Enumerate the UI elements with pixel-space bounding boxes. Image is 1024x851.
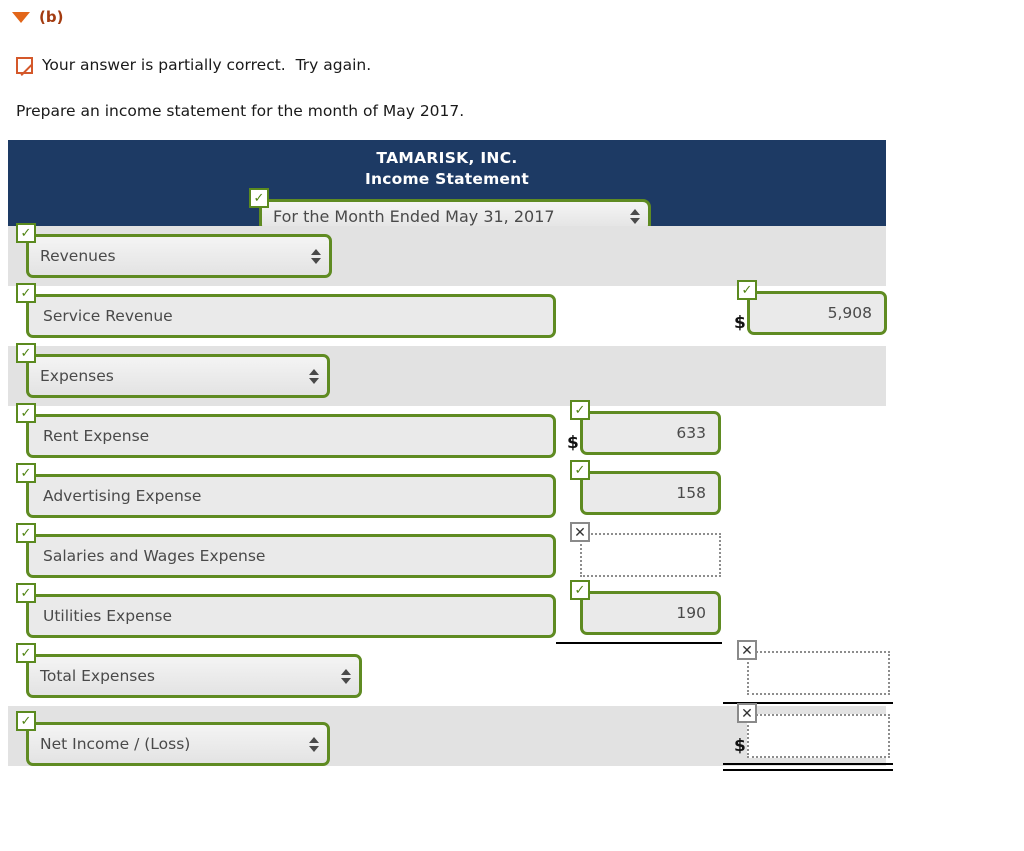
total-expenses-select-value: Total Expenses xyxy=(40,667,155,685)
net-income-amount-input[interactable] xyxy=(747,714,890,758)
table-row: ✓ Rent Expense ✓ $ 633 xyxy=(8,400,886,466)
partially-correct-icon xyxy=(16,56,33,74)
incorrect-x-icon: ✕ xyxy=(737,640,757,660)
dollar-sign: $ xyxy=(734,736,746,756)
total-expenses-label-wrapper: ✓ Total Expenses xyxy=(16,643,362,698)
net-income-select[interactable]: Net Income / (Loss) xyxy=(26,722,330,766)
closing-double-rule xyxy=(723,763,893,771)
expenses-label-wrapper: ✓ Expenses xyxy=(16,343,330,398)
revenues-label-wrapper: ✓ Revenues xyxy=(16,223,332,278)
utilities-expense-amount-input[interactable]: 190 xyxy=(580,591,721,635)
correct-check-icon: ✓ xyxy=(16,223,36,243)
spinner-arrows-icon[interactable] xyxy=(630,208,640,224)
table-row: ✓ Service Revenue ✓ $ 5,908 xyxy=(8,280,887,346)
correct-check-icon: ✓ xyxy=(570,460,590,480)
subtotal-rule xyxy=(556,642,722,644)
advertising-expense-label-value: Advertising Expense xyxy=(43,487,202,505)
table-row: ✓ Salaries and Wages Expense ✕ xyxy=(8,522,886,586)
dollar-sign: $ xyxy=(567,433,579,453)
revenues-select[interactable]: Revenues xyxy=(26,234,332,278)
table-row: ✓ Total Expenses ✕ xyxy=(8,640,893,706)
net-income-select-value: Net Income / (Loss) xyxy=(40,735,191,753)
total-expenses-select[interactable]: Total Expenses xyxy=(26,654,362,698)
incorrect-x-icon: ✕ xyxy=(570,522,590,542)
utilities-expense-label-value: Utilities Expense xyxy=(43,607,173,625)
net-income-amount-wrapper: ✕ $ xyxy=(734,703,890,758)
table-row: ✓ Expenses xyxy=(8,343,886,406)
question-header: (b) Your answer is partially correct. Tr… xyxy=(0,0,1024,120)
correct-check-icon: ✓ xyxy=(16,583,36,603)
rent-expense-amount-wrapper: ✓ $ 633 xyxy=(567,400,721,455)
correct-check-icon: ✓ xyxy=(16,403,36,423)
correct-check-icon: ✓ xyxy=(249,188,269,208)
utilities-expense-label-wrapper: ✓ Utilities Expense xyxy=(16,583,556,638)
service-revenue-label-wrapper: ✓ Service Revenue xyxy=(16,283,556,338)
rent-expense-label-wrapper: ✓ Rent Expense xyxy=(16,403,556,458)
feedback-banner: Your answer is partially correct. Try ag… xyxy=(16,54,1024,76)
table-row: ✓ Revenues xyxy=(8,223,886,286)
correct-check-icon: ✓ xyxy=(16,711,36,731)
spinner-arrows-icon[interactable] xyxy=(309,368,319,384)
total-expenses-amount-wrapper: ✕ xyxy=(737,640,890,695)
advertising-expense-amount-input[interactable]: 158 xyxy=(580,471,721,515)
table-row: ✓ Advertising Expense ✓ 158 xyxy=(8,460,886,526)
salaries-expense-label-value: Salaries and Wages Expense xyxy=(43,547,266,565)
incorrect-x-icon: ✕ xyxy=(737,703,757,723)
spinner-arrows-icon[interactable] xyxy=(311,248,321,264)
instruction-text: Prepare an income statement for the mont… xyxy=(16,102,465,120)
advertising-expense-amount-wrapper: ✓ 158 xyxy=(570,460,721,515)
correct-check-icon: ✓ xyxy=(16,283,36,303)
service-revenue-amount-input[interactable]: 5,908 xyxy=(747,291,887,335)
rent-expense-amount-input[interactable]: 633 xyxy=(580,411,721,455)
correct-check-icon: ✓ xyxy=(16,463,36,483)
correct-check-icon: ✓ xyxy=(570,580,590,600)
company-name: TAMARISK, INC. xyxy=(376,149,518,167)
spinner-arrows-icon[interactable] xyxy=(341,668,351,684)
part-b-toggle[interactable]: (b) xyxy=(8,6,1024,28)
utilities-expense-label-input[interactable]: Utilities Expense xyxy=(26,594,556,638)
salaries-expense-amount-input[interactable] xyxy=(580,533,721,577)
expenses-select[interactable]: Expenses xyxy=(26,354,330,398)
net-income-label-wrapper: ✓ Net Income / (Loss) xyxy=(16,711,330,766)
rent-expense-amount-value: 633 xyxy=(676,424,706,442)
table-row: ✓ Utilities Expense ✓ 190 xyxy=(8,580,886,646)
correct-check-icon: ✓ xyxy=(16,343,36,363)
advertising-expense-label-input[interactable]: Advertising Expense xyxy=(26,474,556,518)
correct-check-icon: ✓ xyxy=(16,643,36,663)
triangle-down-icon[interactable] xyxy=(12,11,30,23)
statement-title-band: TAMARISK, INC. Income Statement ✓ For th… xyxy=(8,140,886,233)
correct-check-icon: ✓ xyxy=(737,280,757,300)
spinner-arrows-icon[interactable] xyxy=(309,736,319,752)
salaries-expense-label-wrapper: ✓ Salaries and Wages Expense xyxy=(16,523,556,578)
revenues-select-value: Revenues xyxy=(40,247,116,265)
income-statement-table: TAMARISK, INC. Income Statement ✓ For th… xyxy=(8,140,893,771)
salaries-expense-label-input[interactable]: Salaries and Wages Expense xyxy=(26,534,556,578)
feedback-text: Your answer is partially correct. Try ag… xyxy=(42,56,372,74)
service-revenue-amount-wrapper: ✓ $ 5,908 xyxy=(734,280,887,335)
correct-check-icon: ✓ xyxy=(570,400,590,420)
dollar-sign: $ xyxy=(734,313,746,333)
expenses-select-value: Expenses xyxy=(40,367,114,385)
part-label: (b) xyxy=(39,8,64,26)
total-expenses-amount-input[interactable] xyxy=(747,651,890,695)
correct-check-icon: ✓ xyxy=(16,523,36,543)
salaries-expense-amount-wrapper: ✕ xyxy=(570,522,721,577)
advertising-expense-amount-value: 158 xyxy=(676,484,706,502)
service-revenue-label-input[interactable]: Service Revenue xyxy=(26,294,556,338)
table-row: ✓ Net Income / (Loss) ✕ $ xyxy=(8,703,893,771)
service-revenue-amount-value: 5,908 xyxy=(827,304,872,322)
utilities-expense-amount-wrapper: ✓ 190 xyxy=(570,580,721,635)
statement-title: Income Statement xyxy=(365,170,529,188)
utilities-expense-amount-value: 190 xyxy=(676,604,706,622)
rent-expense-label-value: Rent Expense xyxy=(43,427,150,445)
period-select-value: For the Month Ended May 31, 2017 xyxy=(273,206,555,226)
rent-expense-label-input[interactable]: Rent Expense xyxy=(26,414,556,458)
service-revenue-label-value: Service Revenue xyxy=(43,307,173,325)
advertising-expense-label-wrapper: ✓ Advertising Expense xyxy=(16,463,556,518)
